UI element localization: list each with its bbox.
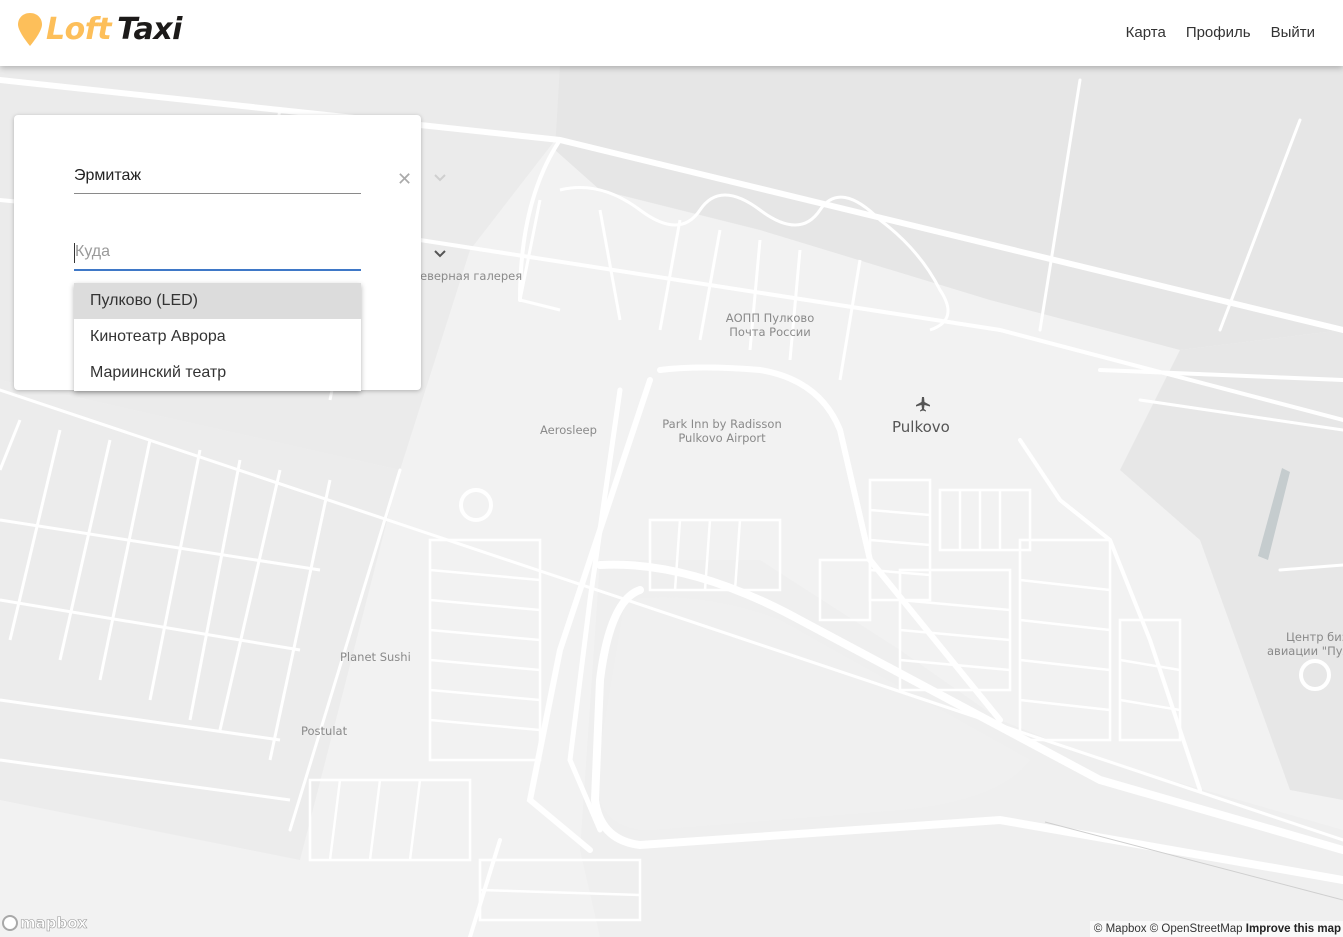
to-input-underline <box>74 269 361 271</box>
from-input-value[interactable]: Эрмитаж <box>74 167 141 185</box>
logo-taxi: Taxi <box>117 12 182 47</box>
mapbox-logo-text: mapbox <box>20 914 88 933</box>
park-inn-line1: Park Inn by Radisson <box>662 417 782 431</box>
suggestions-dropdown: Пулково (LED) Кинотеатр Аврора Мариински… <box>74 283 361 391</box>
map-label-postulat: Postulat <box>301 724 348 738</box>
logo[interactable]: Loft Taxi <box>16 10 182 50</box>
clear-icon[interactable]: ✕ <box>397 170 412 188</box>
map-attribution: © Mapbox © OpenStreetMap Improve this ma… <box>1089 921 1343 937</box>
map-label-park-inn: Park Inn by Radisson Pulkovo Airport <box>660 417 784 445</box>
business-line1: Центр бизн <box>1286 630 1343 644</box>
nav-map-link[interactable]: Карта <box>1126 24 1166 42</box>
main-nav: Карта Профиль Выйти <box>1126 24 1315 42</box>
logo-text: Loft Taxi <box>46 12 182 48</box>
park-inn-line2: Pulkovo Airport <box>678 431 766 445</box>
to-field[interactable]: Куда <box>74 243 361 271</box>
business-line2: авиации "Пулк <box>1267 644 1343 658</box>
map-label-post-office: АОПП Пулково Почта России <box>720 311 820 339</box>
from-field[interactable]: Эрмитаж <box>74 167 361 194</box>
map-pin-icon <box>18 13 42 46</box>
mapbox-logo[interactable]: mapbox <box>2 914 88 933</box>
to-input-placeholder[interactable]: Куда <box>75 243 110 261</box>
suggestion-item[interactable]: Мариинский театр <box>74 355 361 391</box>
nav-logout-link[interactable]: Выйти <box>1271 24 1315 42</box>
chevron-down-icon[interactable] <box>433 173 447 183</box>
attribution-mapbox[interactable]: © Mapbox <box>1094 923 1147 935</box>
map-label-aerosleep: Aerosleep <box>540 423 597 437</box>
attribution-improve[interactable]: Improve this map <box>1246 923 1341 935</box>
post-office-line2: Почта России <box>729 325 811 339</box>
suggestion-item[interactable]: Кинотеатр Аврора <box>74 319 361 355</box>
map-label-business-aviation: Центр бизн авиации "Пулк <box>1262 630 1343 658</box>
nav-profile-link[interactable]: Профиль <box>1186 24 1251 42</box>
map-label-gallery: еверная галерея <box>420 269 523 283</box>
post-office-line1: АОПП Пулково <box>725 311 815 325</box>
map-label-planet-sushi: Planet Sushi <box>340 650 411 664</box>
suggestion-item[interactable]: Пулково (LED) <box>74 283 361 319</box>
mapbox-icon <box>2 915 18 931</box>
app-header: Loft Taxi Карта Профиль Выйти <box>0 0 1343 66</box>
logo-loft: Loft <box>46 12 112 47</box>
map-label-airport: Pulkovo <box>892 418 950 436</box>
attribution-osm[interactable]: © OpenStreetMap <box>1150 923 1243 935</box>
chevron-down-icon-to[interactable] <box>433 249 447 259</box>
from-input-underline <box>74 193 361 194</box>
